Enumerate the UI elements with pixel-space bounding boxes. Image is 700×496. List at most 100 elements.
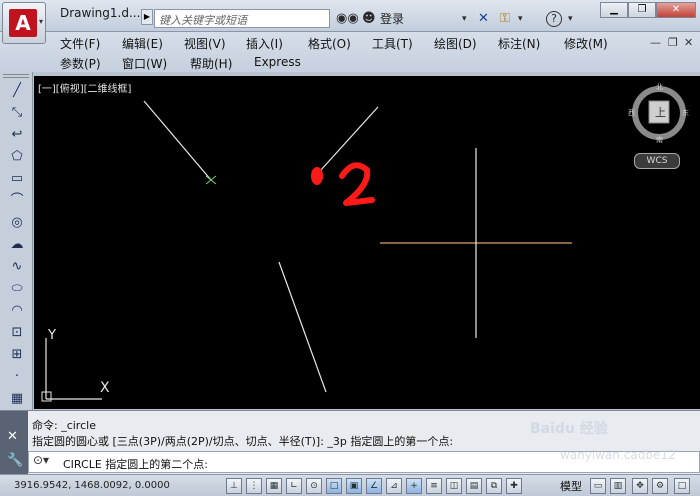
point-icon[interactable]: ·	[8, 368, 26, 386]
compass-west[interactable]: 西	[628, 108, 635, 118]
construction-line-icon[interactable]: ⤡	[8, 104, 26, 122]
doc-minimize-button[interactable]: —	[650, 36, 661, 49]
3d-osnap-toggle[interactable]: ▣	[346, 478, 362, 494]
doc-close-button[interactable]: ✕	[684, 36, 693, 49]
line-tool-icon[interactable]: ╱	[8, 82, 26, 100]
coordinate-readout: 3916.9542, 1468.0092, 0.0000	[14, 480, 170, 491]
menu-draw[interactable]: 绘图(D)	[434, 35, 477, 52]
otrack-toggle[interactable]: ∠	[366, 478, 382, 494]
wrench-icon[interactable]: 🔧	[7, 453, 23, 468]
menu-parametric[interactable]: 参数(P)	[60, 55, 101, 72]
command-prompt-icon[interactable]: ⊙▾	[33, 453, 61, 471]
command-prompt-text: CIRCLE 指定圆上的第二个点:	[63, 458, 208, 471]
menu-modify[interactable]: 修改(M)	[564, 35, 608, 52]
ucs-x-label: X	[100, 380, 110, 396]
exchange-icon[interactable]: ✕	[478, 10, 489, 28]
workspace-icon[interactable]: ⚙	[652, 478, 668, 494]
compass-north[interactable]: 北	[656, 82, 663, 92]
canvas-drawing	[41, 100, 572, 402]
annotation-monitor-toggle[interactable]: ✚	[506, 478, 522, 494]
toolbar-grip[interactable]	[3, 74, 29, 78]
dynamic-input-toggle[interactable]: +	[406, 478, 422, 494]
menu-dimension[interactable]: 标注(N)	[498, 35, 540, 52]
selection-cycling-toggle[interactable]: ⧉	[486, 478, 502, 494]
menu-express[interactable]: Express	[254, 55, 301, 69]
hatch-icon[interactable]: ▦	[8, 390, 26, 408]
command-input[interactable]: ⊙▾ CIRCLE 指定圆上的第二个点:	[28, 451, 700, 473]
command-window: ✕ 🔧 命令: _circle 指定圆的圆心或 [三点(3P)/两点(2P)/切…	[0, 410, 700, 475]
revision-cloud-icon[interactable]: ☁	[8, 236, 26, 254]
quick-view-layouts-icon[interactable]: ▭	[590, 478, 606, 494]
binoculars-icon[interactable]: ◉◉	[336, 10, 359, 28]
compass-south[interactable]: 南	[656, 135, 663, 145]
menu-window[interactable]: 窗口(W)	[122, 55, 167, 72]
pan-icon[interactable]: ✥	[632, 478, 648, 494]
ortho-toggle[interactable]: ∟	[286, 478, 302, 494]
polyline-icon[interactable]: ↩	[8, 126, 26, 144]
status-bar: 3916.9542, 1468.0092, 0.0000 ⊥ ⋮ ▦ ∟ ⊙ □…	[0, 474, 700, 496]
line-segment[interactable]	[143, 100, 212, 181]
menu-help[interactable]: 帮助(H)	[190, 55, 232, 72]
ellipse-icon[interactable]: ⬭	[8, 280, 26, 298]
command-history-line: 指定圆的圆心或 [三点(3P)/两点(2P)/切点、切点、半径(T)]: _3p…	[32, 435, 454, 448]
clean-screen-icon[interactable]: □	[674, 478, 690, 494]
polygon-icon[interactable]: ⬠	[8, 148, 26, 166]
quick-properties-toggle[interactable]: ▤	[466, 478, 482, 494]
search-input[interactable]: 键入关键字或短语	[154, 9, 330, 28]
menu-insert[interactable]: 插入(I)	[246, 35, 283, 52]
viewcube[interactable]: 北 南 东 西 上	[628, 82, 689, 145]
drawing-canvas[interactable]	[34, 76, 700, 409]
spline-icon[interactable]: ∿	[8, 258, 26, 276]
annotation-number-2	[339, 162, 375, 206]
menu-edit[interactable]: 编辑(E)	[122, 35, 163, 52]
grid-toggle[interactable]: ▦	[266, 478, 282, 494]
draw-toolbar: ╱ ⤡ ↩ ⬠ ▭ ⌒ ◎ ☁ ∿ ⬭ ◠ ⊡ ⊞ · ▦	[0, 72, 33, 412]
wcs-menu[interactable]: WCS	[634, 153, 680, 169]
close-button[interactable]: ✕	[656, 2, 696, 18]
user-icon[interactable]: ☻	[362, 10, 376, 28]
minimize-button[interactable]: ▁	[600, 2, 628, 18]
command-history-line: 命令: _circle	[32, 419, 96, 432]
rectangle-icon[interactable]: ▭	[8, 170, 26, 188]
ducs-toggle[interactable]: ⊿	[386, 478, 402, 494]
snap-toggle[interactable]: ⋮	[246, 478, 262, 494]
login-link[interactable]: 登录	[380, 10, 404, 27]
dropdown-icon[interactable]: ▾	[518, 10, 523, 28]
doc-restore-button[interactable]: ❐	[668, 36, 678, 49]
infer-constraints-toggle[interactable]: ⊥	[226, 478, 242, 494]
dropdown-icon[interactable]: ▾	[568, 10, 573, 28]
menu-format[interactable]: 格式(O)	[308, 35, 351, 52]
transparency-toggle[interactable]: ◫	[446, 478, 462, 494]
ucs-y-label: Y	[48, 328, 56, 343]
menu-view[interactable]: 视图(V)	[184, 35, 226, 52]
lineweight-toggle[interactable]: ≡	[426, 478, 442, 494]
arc-icon[interactable]: ⌒	[8, 192, 26, 210]
make-block-icon[interactable]: ⊞	[8, 346, 26, 364]
menu-file[interactable]: 文件(F)	[60, 35, 100, 52]
menu-bar: 文件(F) 编辑(E) 视图(V) 插入(I) 格式(O) 工具(T) 绘图(D…	[0, 32, 700, 72]
dropdown-icon[interactable]: ▾	[462, 10, 467, 28]
circle-icon[interactable]: ◎	[8, 214, 26, 232]
model-tab[interactable]: 模型	[560, 478, 582, 494]
help-icon[interactable]: ?	[546, 11, 562, 27]
viewport-label[interactable]: [一][俯视][二维线框]	[38, 80, 131, 95]
polar-toggle[interactable]: ⊙	[306, 478, 322, 494]
viewcube-top-face[interactable]: 上	[655, 104, 666, 120]
line-segment[interactable]	[319, 106, 379, 172]
lock-icon[interactable]: ⚿	[500, 10, 510, 28]
compass-east[interactable]: 东	[682, 108, 689, 118]
osnap-toggle[interactable]: □	[326, 478, 342, 494]
autocad-logo: A	[9, 9, 37, 37]
expand-arrow-button[interactable]: ▶	[141, 9, 153, 25]
close-icon[interactable]: ✕	[7, 429, 18, 444]
red-dot-marker	[311, 167, 323, 185]
ellipse-arc-icon[interactable]: ◠	[8, 302, 26, 320]
chevron-down-icon: ▾	[38, 17, 43, 26]
menu-tools[interactable]: 工具(T)	[372, 35, 413, 52]
application-menu-button[interactable]: A ▾	[2, 2, 46, 44]
line-segment[interactable]	[278, 261, 327, 393]
quick-view-drawings-icon[interactable]: ▥	[610, 478, 626, 494]
restore-button[interactable]: ❐	[628, 2, 656, 18]
insert-block-icon[interactable]: ⊡	[8, 324, 26, 342]
command-side-bar: ✕ 🔧	[0, 411, 28, 475]
